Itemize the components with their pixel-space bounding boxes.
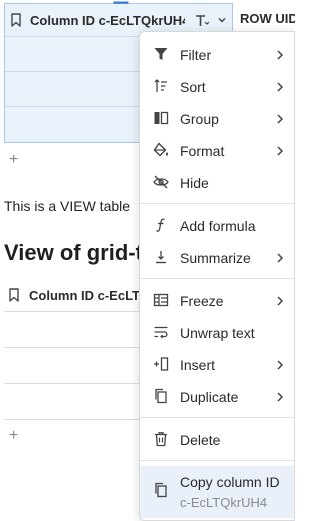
paragraph-text: This is a VIEW table xyxy=(4,198,131,214)
menu-item-label: Hide xyxy=(180,175,209,191)
filter-icon xyxy=(154,48,168,60)
freeze-icon xyxy=(153,293,169,307)
menu-item-delete[interactable]: Delete xyxy=(140,424,294,456)
column-header-label: Column ID c-EcLTQkrUH4 xyxy=(30,13,185,28)
duplicate-icon xyxy=(155,388,167,404)
menu-item-summarize[interactable]: Summarize xyxy=(140,242,294,274)
chevron-down-icon[interactable] xyxy=(217,15,227,25)
menu-divider xyxy=(140,203,294,204)
menu-item-label: Sort xyxy=(180,79,206,95)
wrap-text-icon xyxy=(154,326,168,339)
add-row-button[interactable]: + xyxy=(9,151,18,169)
chevron-right-icon xyxy=(277,146,284,156)
trash-icon xyxy=(155,432,167,447)
menu-item-label: Freeze xyxy=(180,293,224,309)
group-icon xyxy=(154,111,169,125)
eye-off-icon xyxy=(153,175,169,189)
menu-item-freeze[interactable]: Freeze xyxy=(140,285,294,317)
menu-item-label: Summarize xyxy=(180,250,251,266)
chevron-right-icon xyxy=(277,360,284,370)
menu-item-unwrap-text[interactable]: Unwrap text xyxy=(140,317,294,349)
menu-item-hide[interactable]: Hide xyxy=(140,167,294,199)
menu-item-label: Group xyxy=(180,111,219,127)
column-context-menu: Filter Sort Group Format Hide Add formul… xyxy=(139,31,295,521)
menu-item-label: Filter xyxy=(180,47,212,63)
page: Column ID c-EcLTQkrUH4 •••••• ROW UID + … xyxy=(0,0,295,521)
function-icon xyxy=(156,218,165,232)
column-id-value: c-EcLTQkrUH4 xyxy=(180,495,268,510)
menu-item-format[interactable]: Format xyxy=(140,135,294,167)
menu-item-group[interactable]: Group xyxy=(140,103,294,135)
menu-item-filter[interactable]: Filter xyxy=(140,39,294,71)
menu-divider xyxy=(140,278,294,279)
chevron-right-icon xyxy=(277,50,284,60)
menu-item-label: Add formula xyxy=(180,218,256,234)
insert-icon xyxy=(154,357,169,371)
chevron-right-icon xyxy=(277,114,284,124)
copy-icon xyxy=(155,482,167,498)
chevron-right-icon xyxy=(277,392,284,402)
sum-icon xyxy=(156,251,166,264)
next-column-header[interactable]: ROW UID xyxy=(240,11,295,26)
menu-item-label: Unwrap text xyxy=(180,325,255,341)
chevron-right-icon xyxy=(277,82,284,92)
bookmark-icon xyxy=(9,288,19,302)
menu-item-sort[interactable]: Sort xyxy=(140,71,294,103)
chevron-right-icon xyxy=(277,296,284,306)
column-type-icon[interactable] xyxy=(195,14,209,28)
add-row-button[interactable]: + xyxy=(9,427,18,445)
menu-item-insert[interactable]: Insert xyxy=(140,349,294,381)
sort-icon xyxy=(154,79,167,92)
menu-item-label: Insert xyxy=(180,357,216,373)
drag-handle[interactable]: •••••• xyxy=(113,0,129,9)
menu-item-label: Duplicate xyxy=(180,389,239,405)
menu-item-label: Delete xyxy=(180,432,221,448)
menu-item-duplicate[interactable]: Duplicate xyxy=(140,381,294,413)
menu-item-copy-column-id[interactable]: Copy column ID c-EcLTQkrUH4 xyxy=(140,466,294,518)
menu-item-label: Copy column ID xyxy=(180,474,280,490)
menu-divider xyxy=(140,460,294,461)
menu-item-add-formula[interactable]: Add formula xyxy=(140,210,294,242)
menu-item-label: Format xyxy=(180,143,225,159)
bookmark-icon xyxy=(11,13,21,27)
menu-divider xyxy=(140,417,294,418)
chevron-right-icon xyxy=(277,253,284,263)
paint-bucket-icon xyxy=(153,142,169,157)
